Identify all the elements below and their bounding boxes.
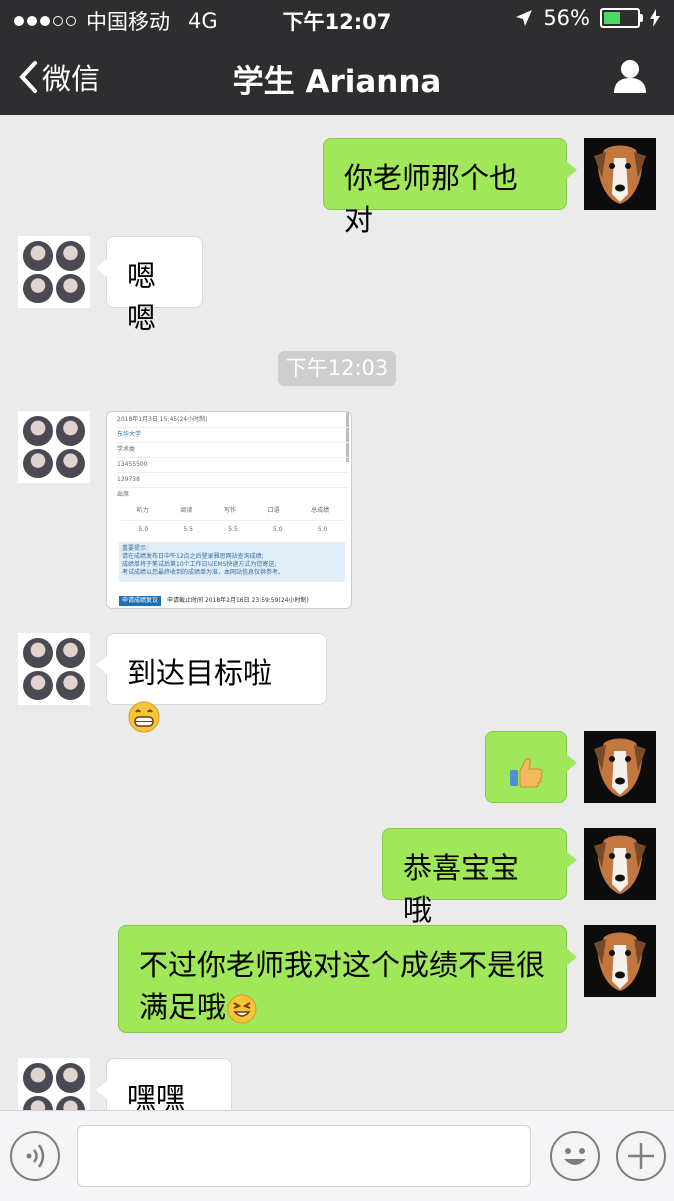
location-arrow-icon — [516, 10, 533, 26]
message-text: 嗯嗯 — [127, 259, 157, 335]
score-header-row: 听力 阅读 写作 口语 总成绩 — [136, 507, 330, 514]
my-avatar[interactable] — [584, 138, 656, 210]
message-bubble[interactable]: 嗯嗯 — [96, 236, 203, 335]
person-icon — [614, 60, 646, 93]
more-button[interactable] — [616, 1131, 666, 1181]
score-value-row: 5.0 5.5 5.5 5.0 5.0 — [121, 520, 345, 539]
message-bubble[interactable]: 不过你老师我对这个成绩不是很 满足哦 — [118, 925, 577, 1033]
input-toolbar — [0, 1110, 674, 1201]
score-tip-box: 重要提示: 请在成绩发布日中午12点之后登录雅思网站查询成绩; 成绩单将于笔试后… — [119, 542, 345, 582]
squint-emoji-icon — [227, 994, 257, 1024]
contact-avatar[interactable] — [18, 633, 90, 705]
contact-avatar[interactable] — [18, 236, 90, 308]
message-text-line1: 不过你老师我对这个成绩不是很 — [139, 948, 546, 982]
screenshot-type: 学术类 — [117, 446, 136, 453]
message-timestamp: 下午12:03 — [278, 351, 396, 386]
contact-avatar[interactable] — [18, 1058, 90, 1110]
battery-percent: 56% — [543, 6, 590, 30]
contact-avatar[interactable] — [18, 411, 90, 483]
review-request-button: 申请成绩复议 — [119, 596, 161, 606]
screenshot-status: 出席 — [117, 491, 130, 498]
profile-button[interactable] — [612, 58, 648, 98]
plus-icon — [628, 1143, 654, 1169]
message-bubble[interactable]: 嘿嘿嘿 — [96, 1058, 232, 1110]
battery-icon — [600, 8, 643, 28]
screenshot-school: 东华大学 — [117, 431, 142, 438]
screenshot-id2: 139738 — [117, 476, 140, 483]
message-text-line2: 满足哦 — [139, 990, 227, 1024]
smiley-icon — [564, 1148, 586, 1165]
score-screenshot-image[interactable]: 2018年1月3日 15:45(24小时制) 东华大学 学术类 13455500… — [106, 411, 352, 609]
screenshot-id1: 13455500 — [117, 461, 148, 468]
review-deadline: 申请截止时间 2018年2月16日 23:59:59(24小时制) — [167, 597, 309, 604]
message-text: 到达目标啦 — [127, 656, 273, 690]
message-bubble[interactable]: 到达目标啦 — [96, 633, 327, 733]
my-avatar[interactable] — [584, 731, 656, 803]
message-bubble[interactable]: 恭喜宝宝哦 — [382, 828, 577, 927]
message-text: 嘿嘿嘿 — [127, 1081, 186, 1110]
voice-input-button[interactable] — [10, 1131, 60, 1181]
voice-icon — [26, 1144, 45, 1168]
message-input[interactable] — [77, 1125, 531, 1187]
message-text: 你老师那个也对 — [344, 161, 519, 237]
my-avatar[interactable] — [584, 925, 656, 997]
status-bar: 中国移动 4G 下午12:07 56% — [0, 0, 674, 38]
my-avatar[interactable] — [584, 828, 656, 900]
chat-title: 学生 Arianna — [232, 64, 442, 100]
screenshot-date: 2018年1月3日 15:45(24小时制) — [117, 416, 208, 423]
charging-bolt-icon — [650, 9, 660, 27]
chat-area[interactable]: 你老师那个也对 嗯嗯 下午12:03 2018年1月3日 15:45(24小时制… — [0, 115, 674, 1110]
grin-emoji-icon — [128, 701, 160, 733]
score-table: 听力 阅读 写作 口语 总成绩 5.0 5.5 5.5 5.0 5.0 — [121, 502, 345, 539]
message-bubble[interactable]: 你老师那个也对 — [323, 138, 577, 237]
thumbs-up-emoji-icon — [510, 758, 543, 788]
sticker-bubble[interactable] — [485, 731, 577, 803]
nav-bar: 微信 学生 Arianna — [0, 38, 674, 115]
message-text: 恭喜宝宝哦 — [403, 851, 520, 927]
emoji-button[interactable] — [550, 1131, 600, 1181]
